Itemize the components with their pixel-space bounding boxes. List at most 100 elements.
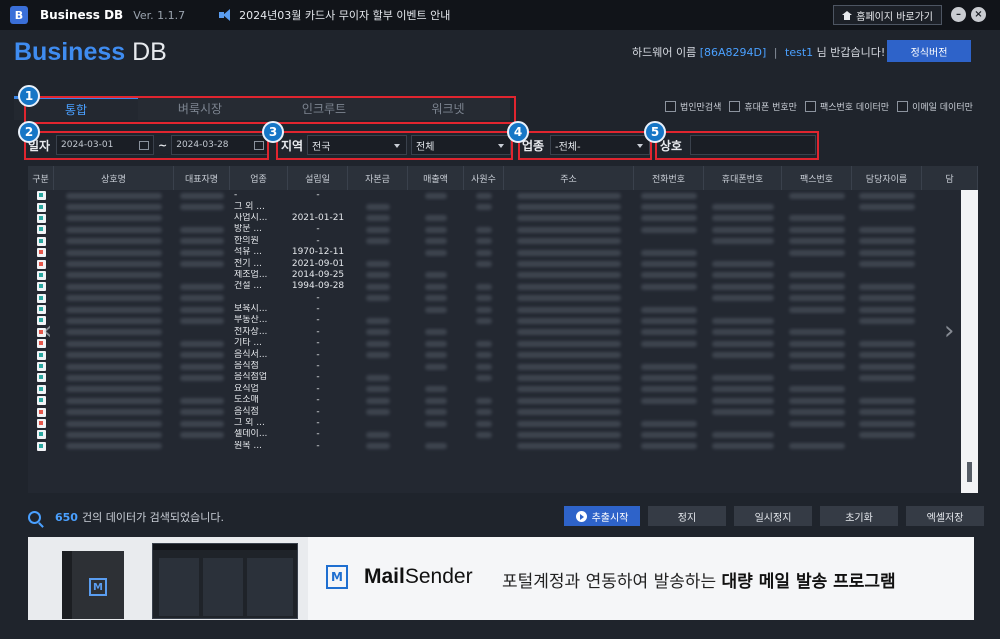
table-row[interactable]: 그 외 ... - <box>28 418 960 429</box>
stop-button[interactable]: 정지 <box>648 506 726 526</box>
date-to-input[interactable]: 2024-03-28 <box>171 135 270 155</box>
checkbox-box[interactable] <box>897 101 909 112</box>
table-row[interactable]: 전기 ... 2021-09-01 <box>28 258 960 269</box>
redacted-cell <box>634 236 704 247</box>
table-row[interactable]: - <box>28 293 960 304</box>
redacted-text <box>711 272 775 279</box>
redacted-text <box>711 317 775 324</box>
date-from-input[interactable]: 2024-03-01 <box>56 135 154 155</box>
table-row[interactable]: 석유 ... 1970-12-11 <box>28 247 960 258</box>
redacted-text <box>517 409 621 416</box>
redacted-cell <box>408 418 464 429</box>
homepage-button[interactable]: 홈페이지 바로가기 <box>833 5 942 25</box>
table-row[interactable]: -- <box>28 190 960 201</box>
scrollbar-thumb[interactable] <box>967 462 972 482</box>
column-header[interactable]: 전화번호 <box>634 166 704 190</box>
calendar-icon[interactable] <box>139 141 149 150</box>
redacted-cell <box>782 304 852 315</box>
redacted-cell <box>348 418 408 429</box>
table-row[interactable]: 전자상... - <box>28 327 960 338</box>
pause-button[interactable]: 일시정지 <box>734 506 812 526</box>
table-row[interactable]: 방문 ... - <box>28 224 960 235</box>
tab-incruit[interactable]: 인크루트 <box>262 96 386 120</box>
column-header[interactable]: 담당자이름 <box>852 166 922 190</box>
checkbox-corporate-only[interactable]: 법인만검색 <box>665 100 721 113</box>
column-header[interactable]: 상호명 <box>54 166 174 190</box>
industry-select[interactable]: -전체- <box>550 135 650 155</box>
redacted-cell <box>54 315 174 326</box>
table-row[interactable]: 부동산... - <box>28 315 960 326</box>
vertical-scrollbar[interactable] <box>961 190 978 493</box>
result-grid[interactable]: 구분 상호명 대표자명 업종 설립일 자본금 매출액 사원수 주소 전화번호 휴대폰번호 팩스번호 담당… <box>28 166 978 493</box>
column-header[interactable]: 업종 <box>230 166 288 190</box>
column-header[interactable]: 매출액 <box>408 166 464 190</box>
table-row[interactable]: 음식서... - <box>28 349 960 360</box>
business-name-input[interactable] <box>690 135 816 155</box>
region-select[interactable]: 전국 <box>307 135 407 155</box>
notice-link[interactable]: 2024년03월 카드사 무이자 할부 이벤트 안내 <box>239 7 450 23</box>
close-button[interactable]: × <box>971 7 986 22</box>
checkbox-box[interactable] <box>804 101 816 112</box>
column-header[interactable]: 사원수 <box>464 166 504 190</box>
table-row[interactable]: 셀데이... - <box>28 429 960 440</box>
table-row[interactable]: 원목 ... - <box>28 441 960 452</box>
table-row[interactable]: 그 외 ... <box>28 201 960 212</box>
redacted-text <box>789 215 845 222</box>
start-extract-button[interactable]: 추출시작 <box>564 506 640 526</box>
official-version-button[interactable]: 정식버전 <box>887 40 971 62</box>
checkbox-box[interactable] <box>665 101 676 112</box>
table-row[interactable]: 음식점 - <box>28 361 960 372</box>
column-header[interactable]: 휴대폰번호 <box>704 166 782 190</box>
column-header[interactable]: 팩스번호 <box>782 166 852 190</box>
reset-button[interactable]: 초기화 <box>820 506 898 526</box>
redacted-cell <box>174 304 230 315</box>
redacted-text <box>366 340 390 347</box>
redacted-text <box>517 340 621 347</box>
source-icon-cell <box>28 395 54 406</box>
tab-byeoruk[interactable]: 벼룩시장 <box>138 96 262 120</box>
mailsender-banner[interactable]: M M MailSender 포털계정과 연동하여 발송하는 대량 메일 발송 … <box>28 537 974 620</box>
checkbox-mobile-only[interactable]: 휴대폰 번호만 <box>729 100 797 113</box>
redacted-text <box>179 295 225 302</box>
mailsender-name-2: Sender <box>404 565 473 588</box>
column-header[interactable]: 자본금 <box>348 166 408 190</box>
checkbox-email-only[interactable]: 이메일 데이터만 <box>897 100 973 113</box>
founded-date-cell: - <box>316 315 320 326</box>
table-row[interactable]: 요식업 - <box>28 384 960 395</box>
source-icon-cell <box>28 349 54 360</box>
calendar-icon[interactable] <box>254 141 265 150</box>
redacted-cell <box>852 338 922 349</box>
table-row[interactable]: 도소매 - <box>28 395 960 406</box>
column-header[interactable]: 주소 <box>504 166 634 190</box>
table-row[interactable]: 제조업... 2014-09-25 <box>28 270 960 281</box>
checkbox-fax-only[interactable]: 팩스번호 데이터만 <box>804 100 889 113</box>
grid-body[interactable]: --그 외 ... 사업시... 2021-01-21 방문 ... - 한의원 - 석유 .… <box>28 190 960 452</box>
column-header[interactable]: 설립일 <box>288 166 348 190</box>
column-header[interactable]: 구분 <box>28 166 54 190</box>
checkbox-box[interactable] <box>729 101 741 112</box>
redacted-text <box>424 306 448 313</box>
column-header[interactable]: 담 <box>922 166 978 190</box>
result-status: 650 건의 데이터가 검색되었습니다. <box>28 509 224 525</box>
table-row[interactable]: 건설 ... 1994-09-28 <box>28 281 960 292</box>
redacted-text <box>476 317 492 324</box>
redacted-cell <box>782 190 852 201</box>
redacted-text <box>859 226 915 233</box>
next-arrow-icon[interactable]: › <box>944 316 954 346</box>
column-header[interactable]: 대표자명 <box>174 166 230 190</box>
table-row[interactable]: 음식점업 - <box>28 372 960 383</box>
table-row[interactable]: 한의원 - <box>28 236 960 247</box>
redacted-text <box>424 283 448 290</box>
table-row[interactable]: 보육시... - <box>28 304 960 315</box>
table-row[interactable]: 사업시... 2021-01-21 <box>28 213 960 224</box>
tab-worknet[interactable]: 워크넷 <box>386 96 510 120</box>
minimize-button[interactable]: – <box>951 7 966 22</box>
table-row[interactable]: 기타 ... - <box>28 338 960 349</box>
title-bar: B Business DB Ver. 1.1.7 2024년03월 카드사 무이… <box>0 0 1000 30</box>
product-box-logo: M <box>89 578 107 596</box>
excel-save-button[interactable]: 엑셀저장 <box>906 506 984 526</box>
subregion-select[interactable]: 전체 <box>411 135 511 155</box>
redacted-cell <box>504 338 634 349</box>
table-row[interactable]: 음식점 - <box>28 406 960 417</box>
prev-arrow-icon[interactable]: ‹ <box>42 316 52 346</box>
